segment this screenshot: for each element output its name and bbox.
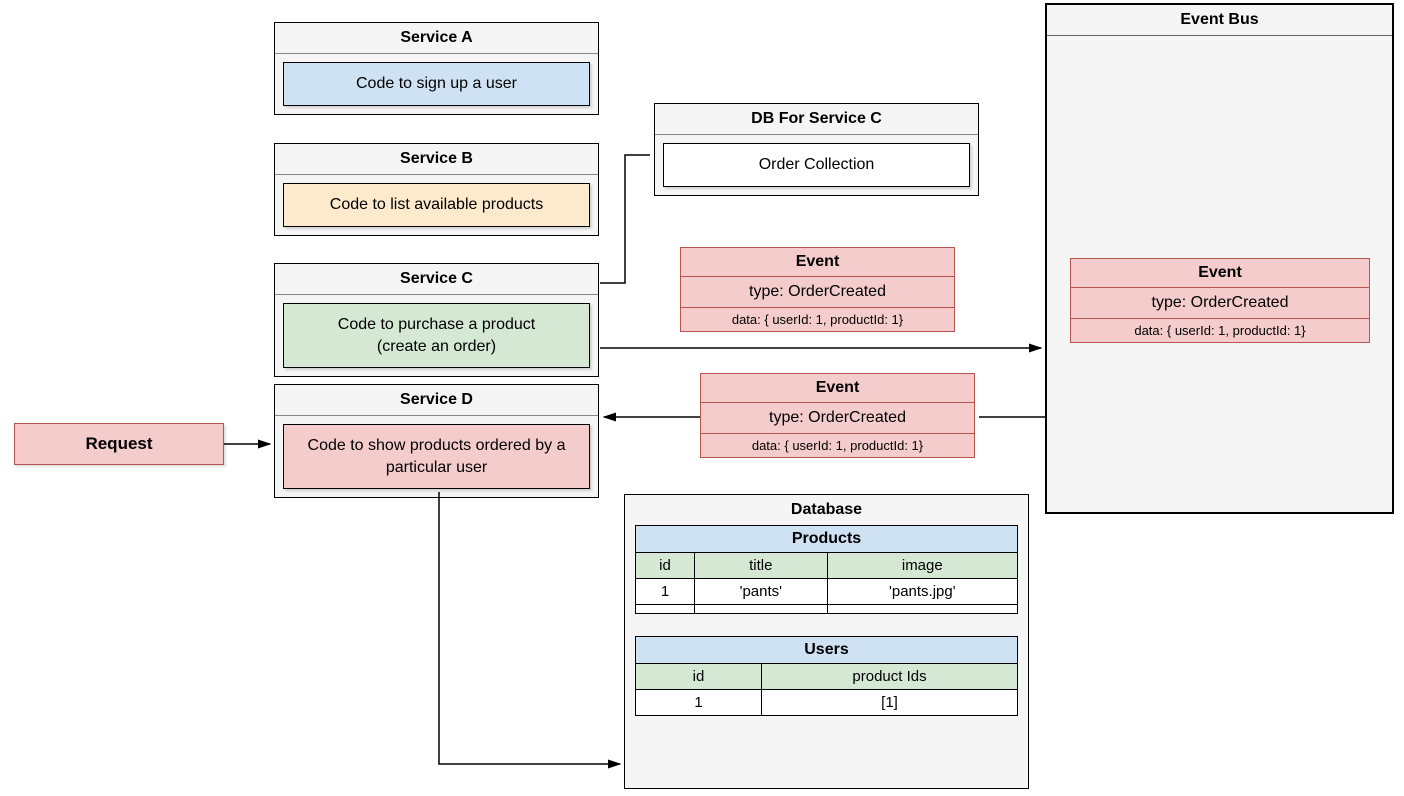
products-table: Products id title image 1 'pants' 'pants… [635,525,1018,614]
event-top-type: type: OrderCreated [681,277,954,308]
users-col-0: id [636,664,762,690]
service-a: Service A Code to sign up a user [274,22,599,115]
service-d-desc: Code to show products ordered by a parti… [283,424,590,489]
users-table: Users id product Ids 1 [1] [635,636,1018,716]
service-c-desc: Code to purchase a product (create an or… [283,303,590,368]
service-d: Service D Code to show products ordered … [274,384,599,498]
service-b-desc: Code to list available products [283,183,590,227]
request-label: Request [85,434,152,453]
products-table-name: Products [636,526,1018,553]
products-col-1: title [695,553,828,579]
request-box: Request [14,423,224,465]
service-c: Service C Code to purchase a product (cr… [274,263,599,377]
event-top: Event type: OrderCreated data: { userId:… [680,247,955,332]
products-col-2: image [827,553,1017,579]
event-bus-event-type: type: OrderCreated [1071,288,1369,319]
db-for-service-c-title: DB For Service C [655,104,978,135]
event-bus-event-data: data: { userId: 1, productId: 1} [1071,319,1369,342]
arrow-service-d-to-users-table [439,492,620,764]
database-title: Database [625,495,1028,525]
products-col-0: id [636,553,695,579]
service-b: Service B Code to list available product… [274,143,599,236]
service-b-title: Service B [275,144,598,175]
users-table-name: Users [636,637,1018,664]
event-bottom-title: Event [701,374,974,403]
service-a-title: Service A [275,23,598,54]
users-col-1: product Ids [762,664,1018,690]
event-bottom: Event type: OrderCreated data: { userId:… [700,373,975,458]
event-bus-title: Event Bus [1047,5,1392,36]
service-a-desc: Code to sign up a user [283,62,590,106]
database: Database Products id title image 1 'pant… [624,494,1029,789]
event-bottom-type: type: OrderCreated [701,403,974,434]
event-bus-event: Event type: OrderCreated data: { userId:… [1070,258,1370,343]
connector-service-c-to-db [600,155,650,283]
event-bus-event-title: Event [1071,259,1369,288]
event-top-title: Event [681,248,954,277]
event-bottom-data: data: { userId: 1, productId: 1} [701,434,974,457]
service-d-title: Service D [275,385,598,416]
db-for-service-c: DB For Service C Order Collection [654,103,979,196]
order-collection: Order Collection [663,143,970,187]
service-c-title: Service C [275,264,598,295]
event-top-data: data: { userId: 1, productId: 1} [681,308,954,331]
